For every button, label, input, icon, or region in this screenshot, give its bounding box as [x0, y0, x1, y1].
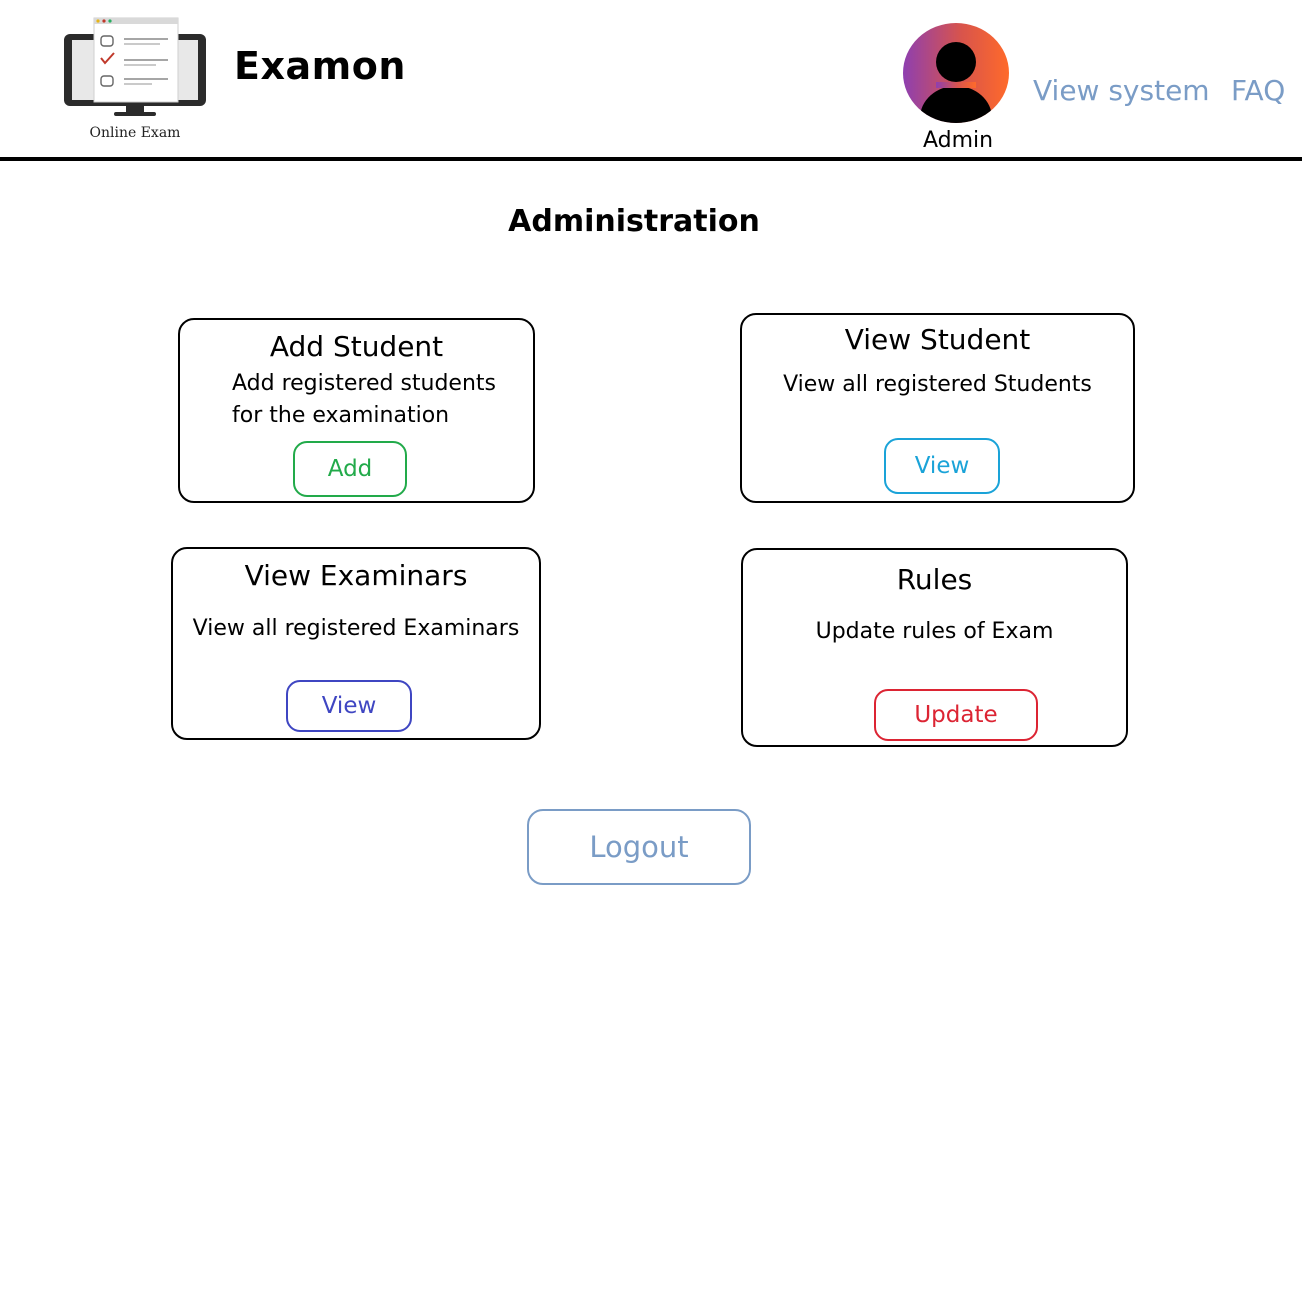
- card-title: Add Student: [269, 330, 444, 363]
- card-description-line: Add registered students: [232, 371, 496, 396]
- view-students-button[interactable]: View: [884, 438, 1000, 494]
- header-divider: [0, 157, 1302, 161]
- card-description: Update rules of Exam: [815, 619, 1054, 644]
- nav-faq-link[interactable]: FAQ: [1231, 74, 1285, 107]
- nav-view-system-link[interactable]: View system: [1033, 74, 1210, 107]
- page-title: Administration: [508, 204, 760, 239]
- card-description: View all registered Students: [783, 372, 1092, 397]
- view-student-card: View Student View all registered Student…: [740, 313, 1135, 503]
- view-examinars-button[interactable]: View: [286, 680, 412, 732]
- card-title: Rules: [896, 563, 973, 596]
- card-description: Add registered students for the examinat…: [232, 368, 522, 432]
- admin-avatar[interactable]: [902, 22, 1010, 124]
- card-title: View Student: [844, 323, 1031, 356]
- user-icon: [903, 23, 1009, 123]
- logout-button[interactable]: Logout: [527, 809, 751, 885]
- add-student-card: Add Student Add registered students for …: [178, 318, 535, 503]
- card-description-line: for the examination: [232, 403, 450, 428]
- logo-caption: Online Exam: [89, 125, 181, 141]
- card-description: View all registered Examinars: [192, 616, 520, 641]
- rules-card: Rules Update rules of Exam Update: [741, 548, 1128, 747]
- brand-title: Examon: [234, 44, 406, 88]
- card-title: View Examinars: [244, 559, 468, 592]
- view-examinars-card: View Examinars View all registered Exami…: [171, 547, 541, 740]
- add-student-button[interactable]: Add: [293, 441, 407, 497]
- admin-label: Admin: [922, 128, 994, 153]
- update-rules-button[interactable]: Update: [874, 689, 1038, 741]
